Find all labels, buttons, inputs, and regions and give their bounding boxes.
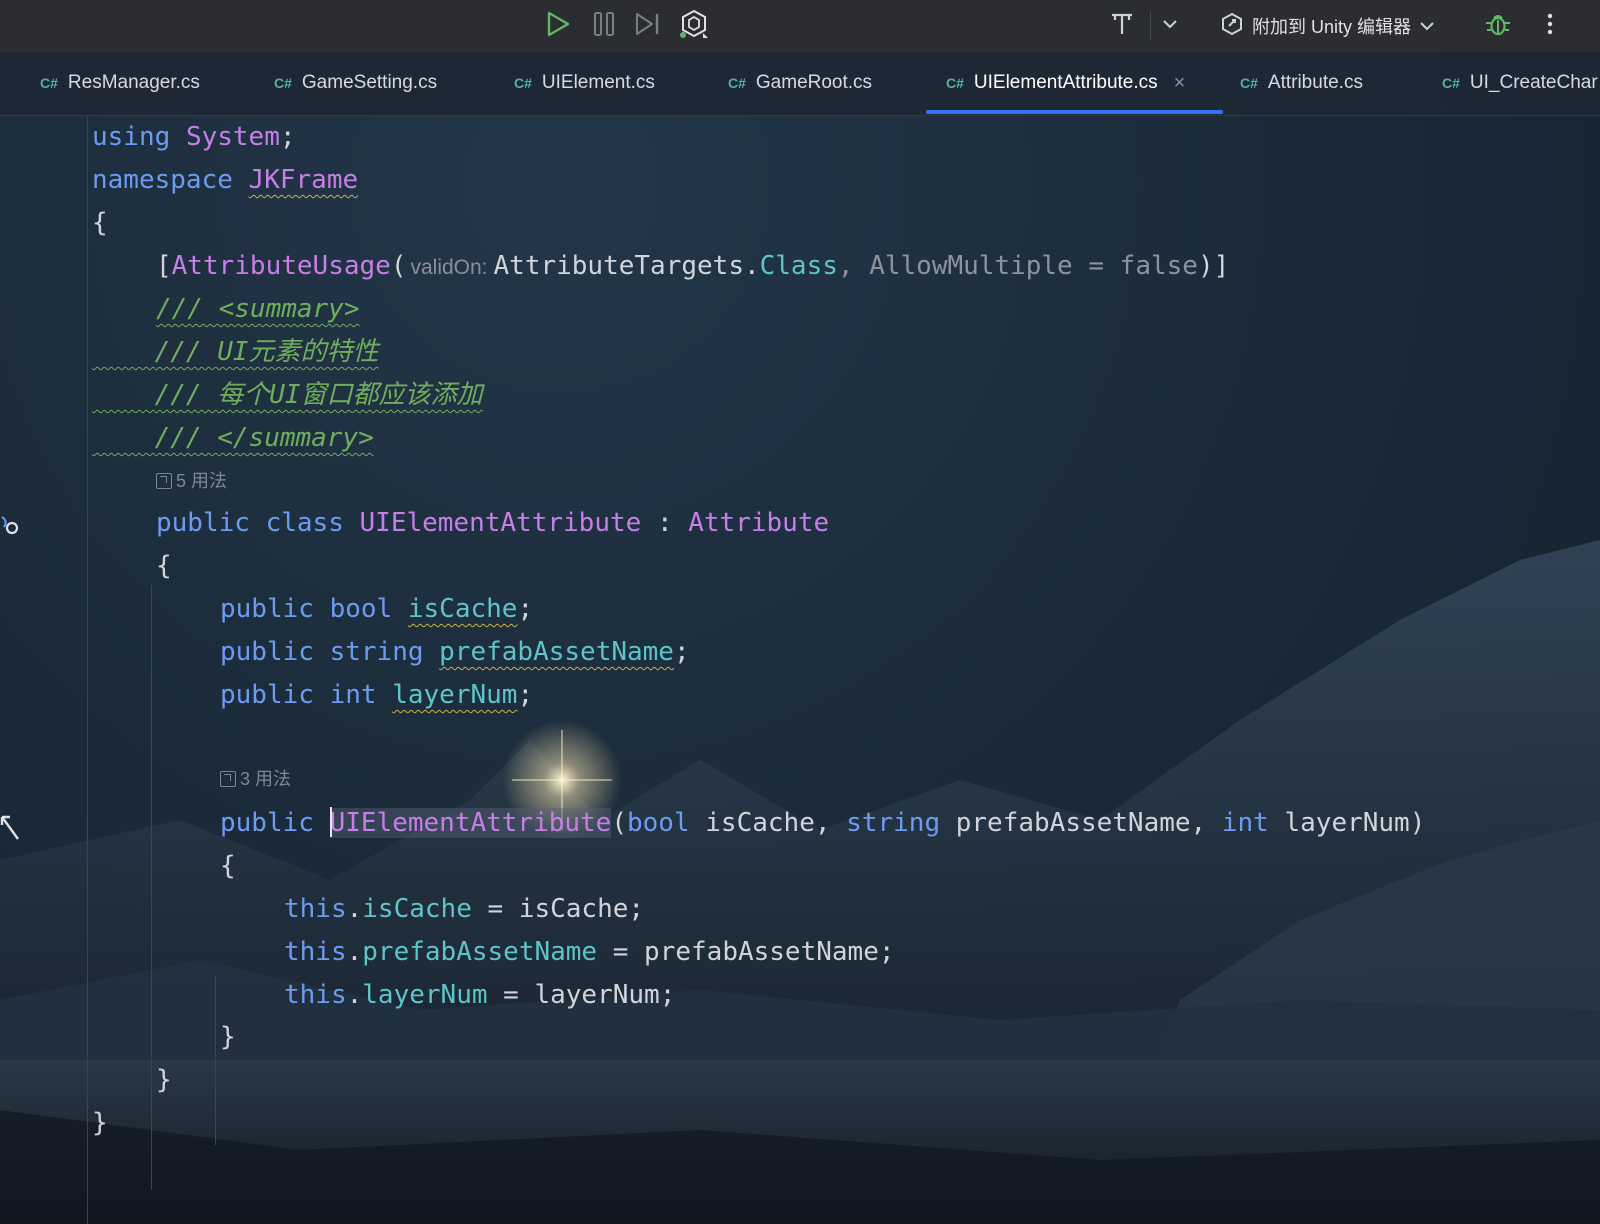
constructor-declaration: public UIElementAttribute(bool isCache, … <box>220 806 1426 838</box>
tab-uielement[interactable]: C# UIElement.cs <box>514 52 655 114</box>
text-cursor <box>329 806 332 837</box>
unity-icon <box>679 9 709 44</box>
csharp-file-icon: C# <box>1442 75 1460 91</box>
field-iscache: public bool isCache; <box>220 594 534 624</box>
tab-ui-createchar[interactable]: C# UI_CreateChar <box>1442 52 1598 114</box>
code-line-20: } <box>156 1065 172 1095</box>
step-icon <box>634 11 662 42</box>
class-usages-hint[interactable]: 5 用法 <box>156 469 227 493</box>
debug-icon <box>1484 10 1512 43</box>
unity-button[interactable] <box>676 8 712 44</box>
comment-line: /// </summary> <box>154 423 374 453</box>
code-line-2: namespace JKFrame <box>92 165 359 195</box>
tab-label: Attribute.cs <box>1267 72 1363 93</box>
code-line-21: } <box>92 1108 108 1138</box>
attach-icon <box>1220 12 1244 41</box>
step-button[interactable] <box>630 8 666 44</box>
comment-line: /// UI元素的特性 <box>154 337 379 367</box>
implements-gutter-icon[interactable] <box>0 515 22 544</box>
tab-gamesetting[interactable]: C# GameSetting.cs <box>274 52 437 114</box>
gutter-divider <box>87 115 88 1224</box>
comment-line: /// 每个UI窗口都应该添加 <box>154 380 483 410</box>
code-line-15: { <box>220 851 236 881</box>
assign-layernum: this.layerNum = layerNum; <box>284 980 676 1010</box>
hammer-gutter-icon[interactable] <box>0 815 20 850</box>
usages-icon <box>220 771 236 787</box>
code-editor[interactable]: using System; namespace JKFrame { [Attri… <box>0 115 1600 1224</box>
csharp-file-icon: C# <box>274 75 292 91</box>
debug-button[interactable] <box>1480 8 1516 44</box>
assign-iscache: this.isCache = isCache; <box>284 894 645 924</box>
constructor-usages-hint[interactable]: 3 用法 <box>220 767 291 791</box>
comment-line: /// <summary> <box>156 294 360 324</box>
code-line-4: [AttributeUsage(validOn: AttributeTargets… <box>156 251 1230 281</box>
assign-prefabassetname: this.prefabAssetName = prefabAssetName; <box>284 937 895 967</box>
run-icon <box>545 10 571 43</box>
format-icon <box>1109 11 1135 42</box>
tab-gameroot[interactable]: C# GameRoot.cs <box>728 52 872 114</box>
pause-button[interactable] <box>586 8 622 44</box>
csharp-file-icon: C# <box>40 75 58 91</box>
code-line-3: { <box>92 208 108 238</box>
format-dropdown-button[interactable] <box>1152 8 1188 44</box>
tab-resmanager[interactable]: C# ResManager.cs <box>40 52 200 114</box>
attach-label: 附加到 Unity 编辑器 <box>1252 17 1412 37</box>
format-button[interactable] <box>1104 8 1140 44</box>
csharp-file-icon: C# <box>1240 75 1258 91</box>
tab-uielementattribute[interactable]: C# UIElementAttribute.cs × <box>946 52 1185 114</box>
main-toolbar: 附加到 Unity 编辑器 <box>0 0 1600 52</box>
tab-label: UI_CreateChar <box>1469 72 1598 93</box>
parameter-hint: validOn: <box>410 256 488 279</box>
field-prefabassetname: public string prefabAssetName; <box>220 637 690 667</box>
usages-icon <box>156 473 172 489</box>
tab-attribute[interactable]: C# Attribute.cs <box>1240 52 1363 114</box>
code-line-19: } <box>220 1022 236 1052</box>
more-button[interactable] <box>1532 8 1568 44</box>
csharp-file-icon: C# <box>728 75 746 91</box>
more-icon <box>1546 12 1554 41</box>
editor-tab-bar: C# ResManager.cs C# GameSetting.cs C# UI… <box>0 52 1600 116</box>
class-declaration: public class UIElementAttribute : Attrib… <box>156 508 830 538</box>
active-tab-indicator <box>926 110 1223 114</box>
csharp-file-icon: C# <box>946 75 964 91</box>
tab-label: UIElementAttribute.cs <box>973 72 1158 93</box>
tab-label: UIElement.cs <box>541 72 655 93</box>
indent-guide <box>215 975 216 1145</box>
toolbar-separator <box>1150 12 1151 40</box>
chevron-down-icon <box>1162 17 1178 35</box>
indent-guide <box>151 585 152 1190</box>
tab-label: GameSetting.cs <box>301 72 438 93</box>
attach-unity-button[interactable]: 附加到 Unity 编辑器 <box>1220 8 1435 44</box>
csharp-file-icon: C# <box>514 75 532 91</box>
close-icon[interactable]: × <box>1174 72 1186 95</box>
chevron-down-icon <box>1419 16 1435 37</box>
code-line-10: { <box>156 551 172 581</box>
pause-icon <box>592 11 616 42</box>
field-layernum: public int layerNum; <box>220 680 534 710</box>
tab-label: GameRoot.cs <box>755 72 873 93</box>
code-line-1: using System; <box>92 122 296 152</box>
run-button[interactable] <box>540 8 576 44</box>
tab-label: ResManager.cs <box>67 72 200 93</box>
